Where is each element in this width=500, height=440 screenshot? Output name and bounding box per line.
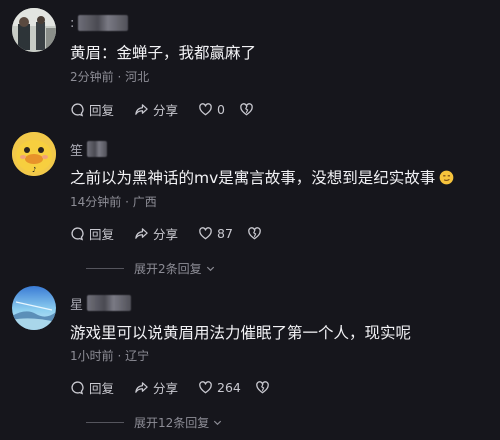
expand-replies-button[interactable]: 展开2条回复 [86,260,216,277]
like-count: 264 [217,379,241,395]
like-count: 87 [217,225,233,241]
reply-label: 回复 [89,102,115,118]
share-button[interactable]: 分享 [134,224,178,243]
avatar[interactable]: ♪ [12,132,56,176]
username[interactable]: 星 [70,292,132,314]
share-label: 分享 [153,226,179,242]
share-button[interactable]: 分享 [134,100,178,119]
smirk-emoji-icon [439,170,454,185]
reply-button[interactable]: 回复 [70,378,114,397]
comment-actions: 回复 分享 87 [70,224,262,242]
like-count: 0 [217,101,225,117]
username-visible-char: 星 [70,297,84,313]
share-button[interactable]: 分享 [134,378,178,397]
dislike-button[interactable] [255,380,270,395]
chevron-down-icon [206,266,214,272]
username[interactable]: 笙 [70,138,108,160]
username-visible-char: : [70,15,75,31]
heart-icon [199,102,212,115]
avatar[interactable] [12,8,56,52]
reply-button[interactable]: 回复 [70,100,114,119]
divider-line [86,268,124,269]
comment-text-body: 之前以为黑神话的mv是寓言故事，没想到是纪实故事 [70,169,436,187]
username-visible-char: 笙 [70,143,84,159]
heart-icon [199,380,212,393]
avatar-photo-icon [12,8,56,52]
expand-replies-button[interactable]: 展开12条回复 [86,414,223,431]
reply-label: 回复 [89,380,115,396]
comment-text: 黄眉：金蝉子，我都赢麻了 [70,44,257,62]
reply-icon [71,102,84,116]
avatar[interactable] [12,286,56,330]
reply-button[interactable]: 回复 [70,224,114,243]
broken-heart-icon [256,380,269,393]
heart-icon [199,226,212,239]
expand-replies-label: 展开12条回复 [134,416,210,430]
username-blurred [78,15,129,31]
comment-actions: 回复 分享 264 [70,378,270,396]
like-button[interactable]: 0 [198,102,225,117]
broken-heart-icon [240,102,253,115]
comment-meta: 2分钟前 · 河北 [70,70,150,84]
comment-actions: 回复 分享 0 [70,100,254,118]
like-button[interactable]: 87 [198,226,233,241]
svg-text:♪: ♪ [32,166,36,174]
expand-replies-label: 展开2条回复 [134,262,202,276]
landscape-avatar-icon [12,286,56,330]
chevron-down-icon [214,420,222,426]
share-label: 分享 [153,102,179,118]
comment-meta: 1小时前 · 辽宁 [70,349,150,363]
reply-label: 回复 [89,226,115,242]
like-button[interactable]: 264 [198,380,241,395]
share-icon [135,103,148,115]
share-icon [135,381,148,393]
dislike-button[interactable] [247,226,262,241]
share-icon [135,227,148,239]
username-blurred [87,141,108,157]
broken-heart-icon [248,226,261,239]
username-blurred [87,295,132,311]
comment-text: 之前以为黑神话的mv是寓言故事，没想到是纪实故事 [70,166,454,188]
comment-meta: 14分钟前 · 广西 [70,195,157,209]
dislike-button[interactable] [239,102,254,117]
username[interactable]: : [70,12,129,34]
divider-line [86,422,124,423]
duck-avatar-icon: ♪ [12,132,56,176]
reply-icon [71,380,84,394]
reply-icon [71,226,84,240]
comment-text: 游戏里可以说黄眉用法力催眠了第一个人，现实呢 [70,324,412,342]
share-label: 分享 [153,380,179,396]
